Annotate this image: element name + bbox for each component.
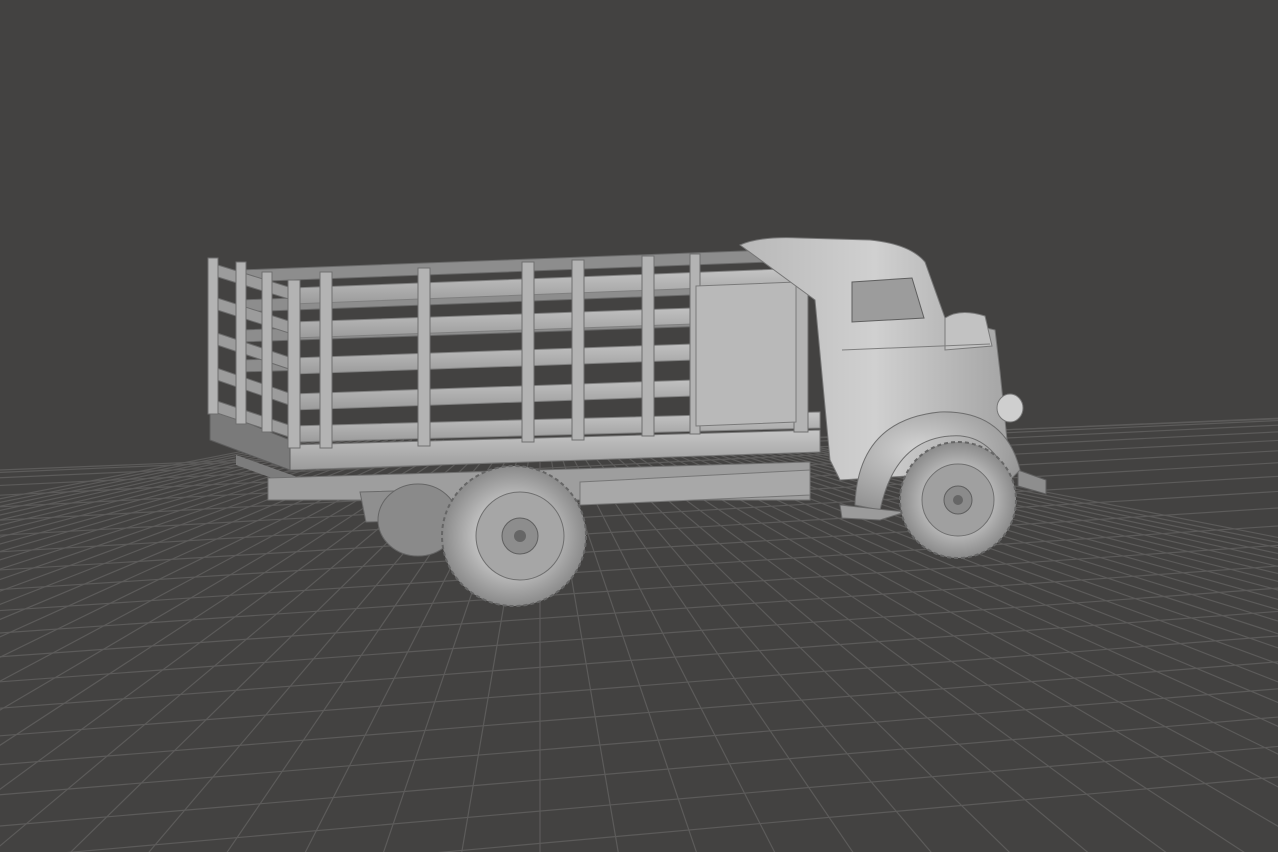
grid-line-width: [755, 439, 1278, 555]
grid-line-depth: [0, 565, 1278, 658]
truck-model[interactable]: [207, 237, 1047, 607]
bed-front-panel: [695, 281, 797, 427]
3d-viewport[interactable]: [0, 0, 1278, 852]
viewport-canvas[interactable]: [0, 0, 1278, 852]
grid-line-depth: [437, 776, 1278, 852]
rear-wheel: [441, 465, 587, 607]
headlight: [996, 393, 1024, 423]
bed-rear-end: [207, 261, 293, 439]
grid-line-width: [0, 439, 421, 606]
front-wheel: [899, 441, 1017, 559]
grid-line-depth: [66, 745, 1278, 852]
grid-line-depth: [0, 688, 1278, 796]
grid-line-depth: [0, 587, 1278, 683]
